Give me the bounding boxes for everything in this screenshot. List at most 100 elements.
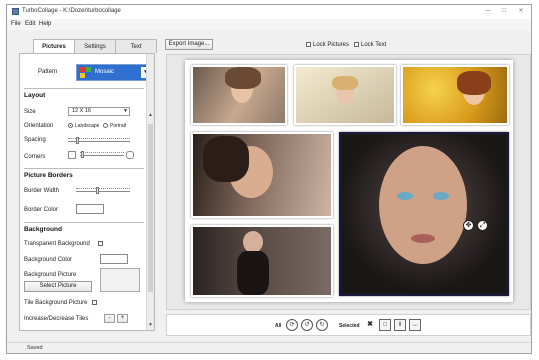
flip-selected-icon[interactable]: ‖ bbox=[394, 319, 406, 331]
collage-photo-1[interactable] bbox=[191, 65, 287, 125]
size-label: Size bbox=[24, 109, 36, 115]
spacing-label: Spacing bbox=[24, 137, 46, 143]
portrait-radio[interactable] bbox=[103, 123, 108, 128]
title-bar: TurboCollage - K:\Dozer\turbocollage — □… bbox=[7, 5, 531, 20]
orientation-label: Orientation bbox=[24, 123, 54, 129]
status-text: Saved bbox=[27, 345, 43, 351]
photo-eye bbox=[433, 192, 449, 200]
scroll-down-icon[interactable]: ▼ bbox=[148, 322, 153, 328]
section-divider bbox=[24, 168, 144, 169]
border-width-slider[interactable] bbox=[96, 187, 99, 194]
tab-settings[interactable]: Settings bbox=[74, 39, 116, 53]
collage-photo-4[interactable] bbox=[191, 132, 333, 218]
rotate-right-all-icon[interactable]: ↻ bbox=[316, 319, 328, 331]
resize-icon[interactable]: ⤢ bbox=[477, 220, 488, 231]
pattern-value: Mosaic bbox=[95, 69, 115, 75]
spacing-slider[interactable] bbox=[76, 137, 79, 144]
settings-panel: Pattern Mosaic ▼ Layout Size 12 X 16 ▼ O… bbox=[19, 53, 155, 331]
bg-color-label: Background Color bbox=[24, 257, 73, 263]
photo-handles: ✥ ⤢ bbox=[463, 220, 489, 232]
tile-bg-label: Tile Background Picture bbox=[24, 300, 88, 306]
all-label: All bbox=[275, 323, 282, 329]
photo-hair bbox=[203, 136, 249, 182]
lock-pictures-label: Lock Pictures bbox=[313, 42, 350, 48]
pattern-label: Pattern bbox=[38, 69, 58, 75]
collage-photo-3[interactable] bbox=[401, 65, 509, 125]
transparent-bg-label: Transparent Background bbox=[24, 241, 90, 247]
tab-strip: Pictures Settings Text bbox=[19, 39, 157, 54]
increase-tiles-button[interactable]: + bbox=[117, 314, 128, 323]
menu-help[interactable]: Help bbox=[39, 21, 51, 27]
menu-bar: File Edit Help bbox=[7, 19, 531, 30]
collage-photo-5-selected[interactable]: ✥ ⤢ bbox=[339, 132, 509, 296]
transparent-bg-checkbox[interactable] bbox=[98, 241, 103, 246]
landscape-radio[interactable] bbox=[68, 123, 73, 128]
landscape-label: Landscape bbox=[75, 123, 100, 129]
menu-edit[interactable]: Edit bbox=[25, 21, 35, 27]
pattern-dropdown[interactable]: Mosaic ▼ bbox=[76, 64, 152, 81]
border-width-ticks bbox=[76, 188, 130, 192]
close-icon[interactable]: ✕ bbox=[514, 7, 528, 16]
photo-eye bbox=[397, 192, 413, 200]
menu-file[interactable]: File bbox=[11, 21, 21, 27]
mosaic-pattern-icon bbox=[80, 67, 91, 78]
canvas-area: ✥ ⤢ bbox=[166, 54, 531, 310]
bg-color-swatch[interactable] bbox=[100, 254, 128, 264]
section-divider bbox=[24, 88, 144, 89]
section-divider bbox=[24, 222, 144, 223]
select-picture-button[interactable]: Select Picture bbox=[24, 281, 92, 292]
size-value: 12 X 16 bbox=[72, 108, 91, 114]
size-select[interactable]: 12 X 16 ▼ bbox=[68, 107, 130, 116]
move-icon[interactable]: ✥ bbox=[463, 220, 474, 231]
shuffle-all-icon[interactable]: ⟳ bbox=[286, 319, 298, 331]
app-window: TurboCollage - K:\Dozer\turbocollage — □… bbox=[6, 4, 532, 354]
stretch-selected-icon[interactable]: ↔ bbox=[409, 319, 421, 331]
photo-dress bbox=[237, 251, 269, 295]
lock-text-checkbox[interactable] bbox=[354, 42, 359, 47]
lock-pictures-checkbox[interactable] bbox=[306, 42, 311, 47]
tab-text[interactable]: Text bbox=[115, 39, 157, 53]
app-icon bbox=[12, 8, 19, 15]
bg-picture-label: Background Picture bbox=[24, 272, 77, 278]
photo-lips bbox=[411, 234, 435, 243]
square-corner-icon bbox=[68, 151, 76, 159]
tab-pictures[interactable]: Pictures bbox=[33, 39, 75, 54]
photo-subject bbox=[243, 231, 263, 253]
export-image-button[interactable]: Export Image... bbox=[165, 39, 213, 50]
portrait-label: Portrait bbox=[110, 123, 127, 129]
scroll-thumb[interactable] bbox=[148, 124, 153, 292]
photo-hair bbox=[332, 76, 358, 90]
left-panel: Pictures Settings Text Pattern Mosaic ▼ … bbox=[15, 31, 159, 335]
chevron-down-icon: ▼ bbox=[123, 108, 128, 114]
borders-heading: Picture Borders bbox=[24, 172, 73, 179]
selected-label: Selected bbox=[339, 323, 360, 329]
top-toolbar: Export Image... Lock Pictures Lock Text bbox=[165, 38, 533, 52]
lock-text-label: Lock Text bbox=[361, 42, 387, 48]
border-width-label: Border Width bbox=[24, 188, 60, 194]
minimize-icon[interactable]: — bbox=[481, 7, 495, 16]
bottom-toolbar: All ⟳ ↺ ↻ Selected ✖ □ ‖ ↔ bbox=[166, 314, 531, 336]
collage-photo-2[interactable] bbox=[294, 65, 396, 125]
maximize-icon[interactable]: □ bbox=[497, 7, 511, 16]
tile-bg-checkbox[interactable] bbox=[92, 300, 97, 305]
layout-heading: Layout bbox=[24, 92, 46, 99]
remove-selected-icon[interactable]: ✖ bbox=[364, 319, 376, 331]
status-bar: Saved bbox=[7, 342, 531, 353]
rotate-left-all-icon[interactable]: ↺ bbox=[301, 319, 313, 331]
collage-photo-6[interactable] bbox=[191, 225, 333, 297]
round-corner-icon bbox=[126, 151, 134, 159]
border-color-swatch[interactable] bbox=[76, 204, 104, 214]
corners-slider[interactable] bbox=[81, 151, 84, 158]
settings-scrollbar[interactable]: ▲ ▼ bbox=[146, 54, 154, 330]
photo-hair bbox=[225, 67, 261, 89]
collage-canvas[interactable]: ✥ ⤢ bbox=[185, 60, 513, 302]
fit-selected-icon[interactable]: □ bbox=[379, 319, 391, 331]
corners-slider-ticks bbox=[80, 152, 124, 156]
decrease-tiles-button[interactable]: - bbox=[104, 314, 115, 323]
window-title: TurboCollage - K:\Dozer\turbocollage bbox=[22, 8, 121, 14]
border-color-label: Border Color bbox=[24, 207, 59, 213]
corners-label: Corners bbox=[24, 154, 46, 160]
background-heading: Background bbox=[24, 226, 62, 233]
scroll-up-icon[interactable]: ▲ bbox=[148, 112, 153, 118]
incdec-tiles-label: Increase/Decrease Tiles bbox=[24, 316, 89, 322]
